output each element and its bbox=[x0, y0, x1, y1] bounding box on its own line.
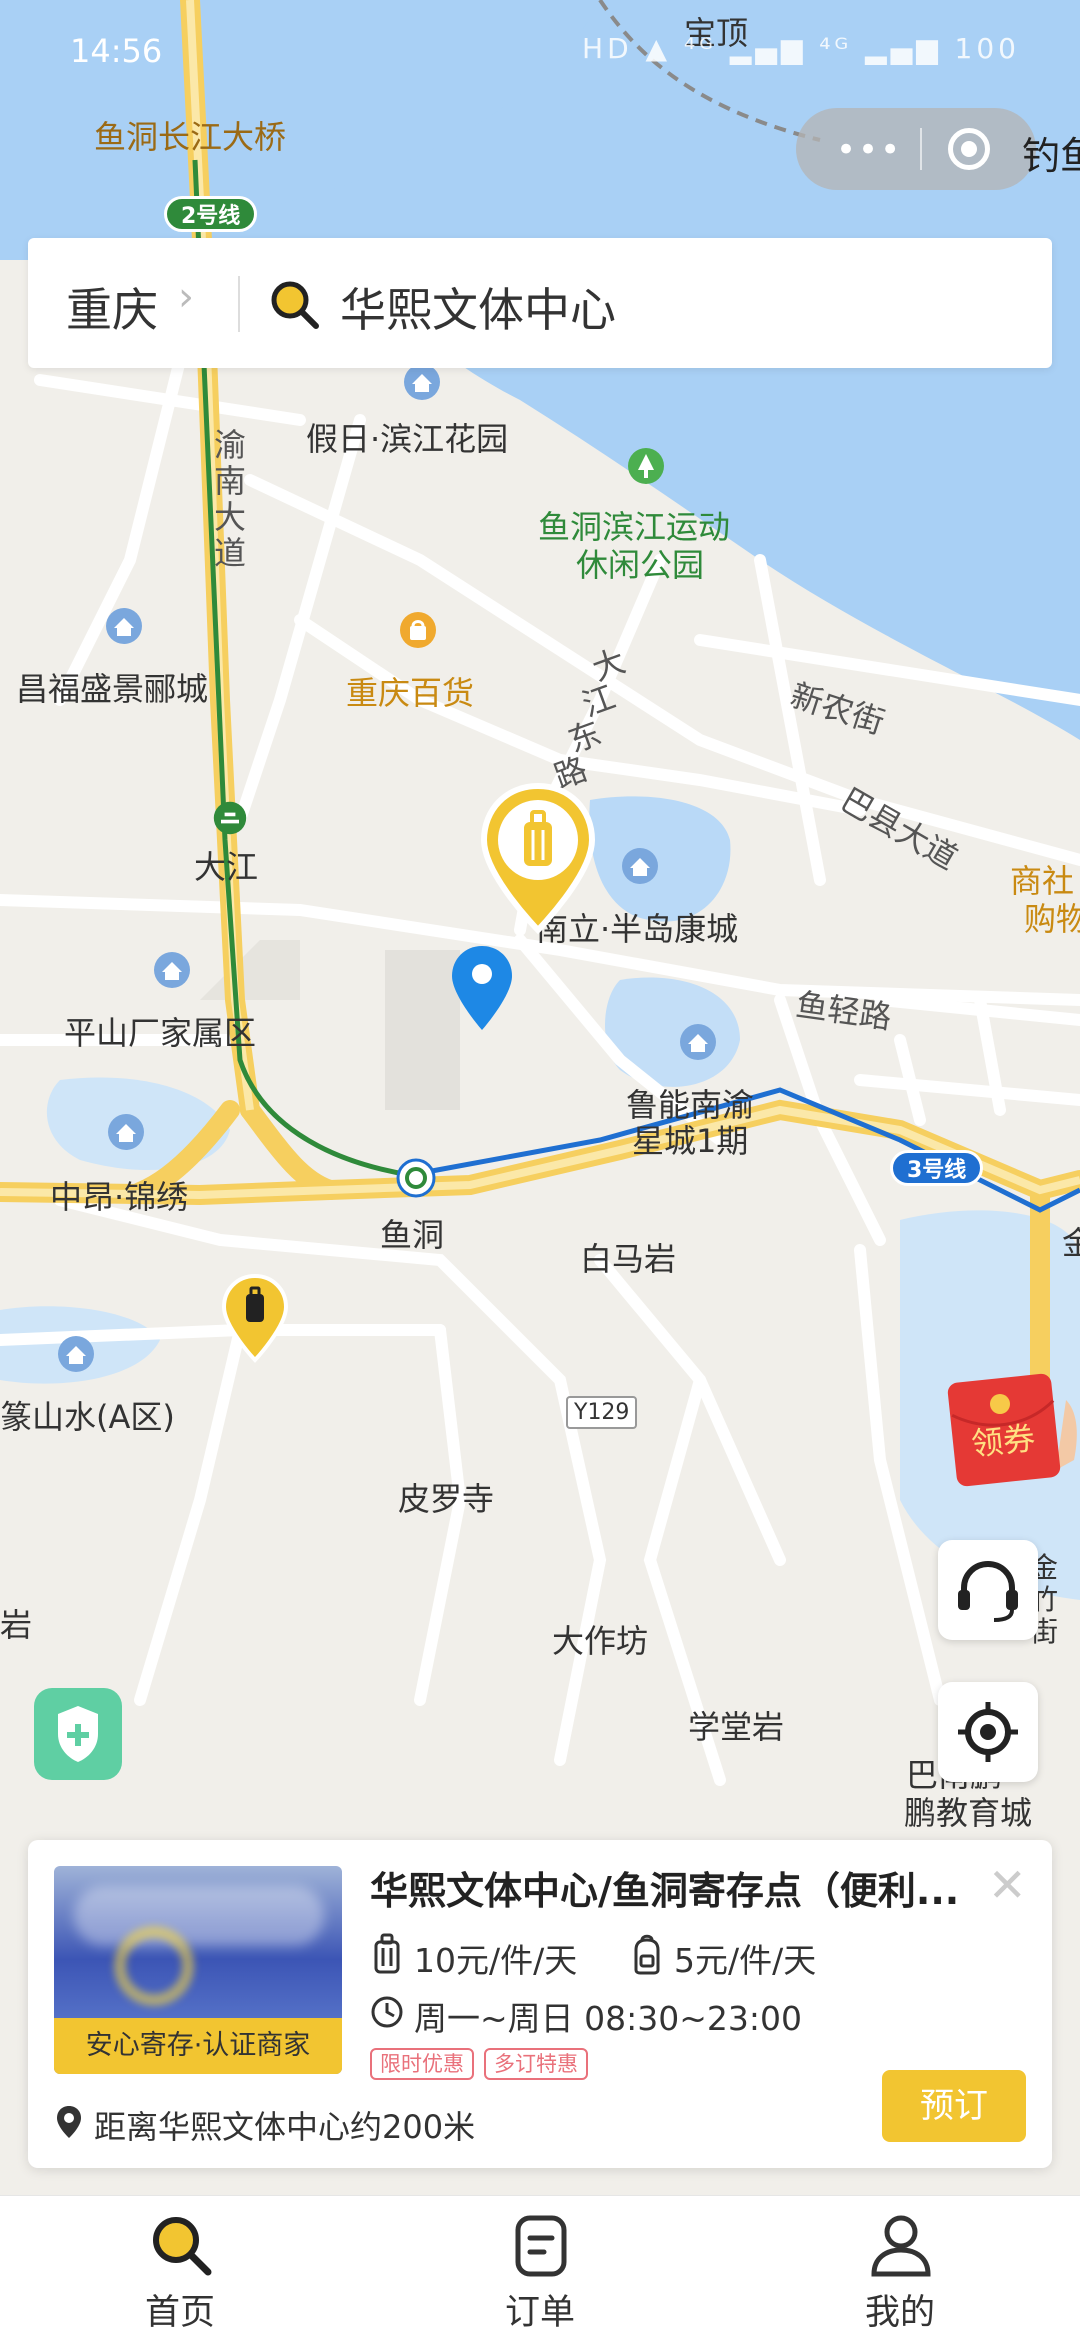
tab-mine[interactable]: 我的 bbox=[800, 2196, 1000, 2340]
map-label-zhongang: 中昂·锦绣 bbox=[50, 1178, 189, 1216]
residence-icon bbox=[106, 608, 142, 644]
tab-home-label: 首页 bbox=[144, 2293, 215, 2333]
metro-station-icon bbox=[396, 1158, 436, 1198]
distance-info: 距离华熙文体中心约200米 bbox=[54, 2102, 475, 2150]
location-pin-icon bbox=[452, 946, 512, 1030]
capsule-divider bbox=[920, 128, 922, 170]
miniprogram-capsule: ••• bbox=[796, 108, 1036, 190]
book-button[interactable]: 预订 bbox=[882, 2070, 1026, 2142]
promo-tag: 多订特惠 bbox=[484, 2048, 588, 2080]
distance-text: 距离华熙文体中心约200米 bbox=[94, 2108, 476, 2146]
clock-icon bbox=[371, 1996, 403, 2028]
price-luggage-text: 10元/件/天 bbox=[414, 1941, 578, 1980]
residence-icon bbox=[108, 1114, 144, 1150]
search-bar: 重庆 › 华熙文体中心 bbox=[28, 238, 1052, 368]
tab-orders[interactable]: 订单 bbox=[440, 2196, 640, 2340]
map-label-jiari: 假日·滨江花园 bbox=[306, 420, 509, 458]
store-info-card[interactable]: 安心寄存·认证商家 华熙文体中心/鱼洞寄存点（便利... ✕ 10元/件/天 5… bbox=[28, 1840, 1052, 2168]
close-icon[interactable]: ✕ bbox=[988, 1858, 1027, 1912]
map-label-yudong: 鱼洞 bbox=[380, 1216, 445, 1254]
business-hours-text: 周一~周日 08:30~23:00 bbox=[414, 1999, 802, 2038]
metro-station-icon bbox=[213, 801, 247, 835]
locate-me-button[interactable] bbox=[938, 1682, 1038, 1782]
business-hours: 周一~周日 08:30~23:00 bbox=[370, 1990, 802, 2038]
order-icon bbox=[515, 2215, 567, 2277]
metro-line3-badge: 3号线 bbox=[890, 1150, 984, 1186]
promo-tag: 限时优惠 bbox=[370, 2048, 474, 2080]
map-label-yunan-road-4: 道 bbox=[214, 534, 247, 572]
map-label-baimayan: 白马岩 bbox=[580, 1240, 677, 1278]
luggage-icon bbox=[374, 1933, 400, 1974]
map-label-dazuofang: 大作坊 bbox=[552, 1622, 649, 1660]
map-label-jin: 金 bbox=[1062, 1224, 1080, 1262]
customer-service-button[interactable] bbox=[938, 1540, 1038, 1640]
search-divider bbox=[238, 276, 240, 332]
map-label-baihuo: 重庆百货 bbox=[346, 674, 475, 712]
search-icon bbox=[153, 2217, 212, 2276]
map-label-y129: Y129 bbox=[566, 1396, 638, 1429]
shopping-icon bbox=[400, 612, 436, 648]
map-label-piluosi: 皮罗寺 bbox=[398, 1480, 495, 1518]
map-label-park-2: 休闲公园 bbox=[576, 546, 705, 584]
residence-icon bbox=[58, 1336, 94, 1372]
coupon-envelope-button[interactable]: 领券 bbox=[946, 1370, 1080, 1490]
residence-icon bbox=[154, 952, 190, 988]
map-label-bapeng-2: 鹏教育城 bbox=[904, 1794, 1033, 1832]
safety-shield-button[interactable] bbox=[34, 1688, 122, 1780]
tab-orders-label: 订单 bbox=[504, 2293, 575, 2333]
map-label-bridge: 鱼洞长江大桥 bbox=[94, 118, 287, 156]
backpack-icon bbox=[634, 1934, 660, 1975]
map-label-luneng-2: 星城1期 bbox=[632, 1122, 749, 1160]
park-icon bbox=[628, 448, 664, 484]
residence-icon bbox=[680, 1024, 716, 1060]
tab-mine-label: 我的 bbox=[864, 2293, 935, 2333]
map-label-dajiang: 大江 bbox=[194, 848, 259, 886]
map-label-pingshan: 平山厂家属区 bbox=[64, 1014, 257, 1052]
user-icon bbox=[871, 2215, 931, 2277]
tab-home[interactable]: 首页 bbox=[80, 2196, 280, 2340]
headset-icon bbox=[958, 1560, 1018, 1622]
city-selector[interactable]: 重庆 bbox=[66, 274, 158, 340]
status-icons: HD ▲ ⁴ᴳ ▂▄▆ ⁴ᴳ ▂▄▆ 100 bbox=[582, 32, 1020, 65]
certified-badge: 安心寄存·认证商家 bbox=[54, 2018, 342, 2074]
status-bar: 14:56 HD ▲ ⁴ᴳ ▂▄▆ ⁴ᴳ ▂▄▆ 100 bbox=[0, 0, 1080, 100]
map-label-zhuanshan: 篆山水(A区) bbox=[0, 1398, 175, 1436]
map-label-gouwu: 购物 bbox=[1024, 900, 1080, 938]
shield-plus-icon bbox=[58, 1706, 98, 1762]
map-label-xuetangyan: 学堂岩 bbox=[688, 1708, 785, 1746]
close-target-button[interactable] bbox=[948, 128, 990, 170]
search-input[interactable]: 华熙文体中心 bbox=[340, 274, 616, 340]
bottom-tab-bar: 首页 订单 我的 bbox=[0, 2195, 1080, 2340]
map-label-changfu: 昌福盛景郦城 bbox=[16, 670, 209, 708]
storage-marker-selected[interactable] bbox=[478, 780, 598, 940]
metro-line2-badge: 2号线 bbox=[164, 196, 258, 232]
storage-marker[interactable] bbox=[220, 1272, 290, 1366]
map-label-yan: 岩 bbox=[0, 1606, 33, 1644]
capsule-overflow-text: 钓鱼 bbox=[1022, 134, 1080, 178]
store-title: 华熙文体中心/鱼洞寄存点（便利... bbox=[370, 1869, 960, 1913]
residence-icon bbox=[622, 848, 658, 884]
status-time: 14:56 bbox=[70, 32, 163, 70]
chevron-right-icon[interactable]: › bbox=[178, 274, 194, 320]
location-marker-icon bbox=[57, 2106, 81, 2138]
search-icon bbox=[271, 281, 319, 329]
more-menu-button[interactable]: ••• bbox=[836, 130, 902, 170]
coupon-label: 领券 bbox=[969, 1419, 1037, 1463]
residence-icon bbox=[404, 364, 440, 400]
price-bag-text: 5元/件/天 bbox=[674, 1941, 817, 1980]
crosshair-icon bbox=[958, 1702, 1018, 1762]
